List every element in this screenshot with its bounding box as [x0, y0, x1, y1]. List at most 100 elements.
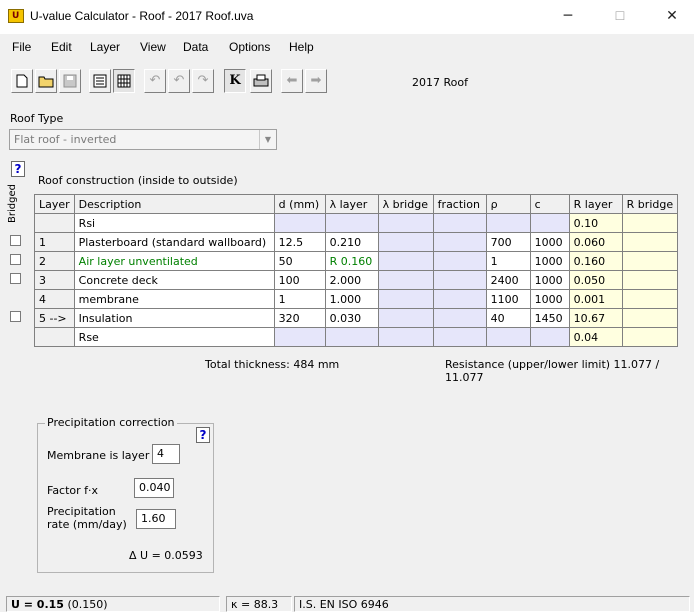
cell-r-bridge[interactable] — [621, 251, 679, 271]
cell-layer-number[interactable] — [34, 213, 75, 233]
cell-lambda-bridge[interactable] — [377, 270, 434, 290]
open-folder-icon[interactable] — [35, 69, 57, 93]
bridged-checkbox-layer-3[interactable] — [10, 273, 21, 284]
cell-description[interactable]: Rsi — [73, 213, 275, 233]
cell-lambda-bridge[interactable] — [377, 232, 434, 252]
cell-fraction[interactable] — [432, 308, 487, 328]
menu-edit[interactable]: Edit — [51, 40, 72, 54]
cell-layer-number[interactable] — [34, 327, 75, 347]
undo-icon[interactable]: ↶ — [144, 69, 166, 93]
col-header-thickness[interactable]: d (mm) — [273, 194, 326, 214]
cell-fraction[interactable] — [432, 232, 487, 252]
menu-layer[interactable]: Layer — [90, 40, 120, 54]
cell-r-layer[interactable]: 0.160 — [568, 251, 623, 271]
cell-lambda-layer[interactable]: 0.210 — [324, 232, 379, 252]
cell-lambda-bridge[interactable] — [377, 327, 434, 347]
cell-heat-capacity[interactable]: 1000 — [529, 232, 570, 252]
cell-description[interactable]: membrane — [73, 289, 275, 309]
roof-type-select[interactable]: Flat roof - inverted ▼ — [9, 129, 277, 150]
kappa-icon[interactable]: K — [224, 69, 246, 93]
cell-thickness[interactable]: 100 — [273, 270, 326, 290]
cell-r-layer[interactable]: 0.04 — [568, 327, 623, 347]
bridged-checkbox-layer-2[interactable] — [10, 254, 21, 265]
cell-density[interactable]: 700 — [485, 232, 531, 252]
cell-description[interactable]: Plasterboard (standard wallboard) — [73, 232, 275, 252]
cell-thickness[interactable] — [273, 213, 326, 233]
bridged-checkbox-layer-1[interactable] — [10, 235, 21, 246]
col-header-r-bridge[interactable]: R bridge — [621, 194, 679, 214]
cell-thickness[interactable] — [273, 327, 326, 347]
cell-thickness[interactable]: 50 — [273, 251, 326, 271]
maximize-icon[interactable]: ☐ — [600, 5, 640, 27]
cell-layer-number[interactable]: 1 — [34, 232, 75, 252]
minimize-icon[interactable]: ─ — [548, 5, 588, 27]
menu-data[interactable]: Data — [183, 40, 208, 54]
print-icon[interactable] — [250, 69, 272, 93]
cell-layer-number[interactable]: 4 — [34, 289, 75, 309]
view-icon[interactable] — [89, 69, 111, 93]
col-header-fraction[interactable]: fraction — [432, 194, 487, 214]
cell-heat-capacity[interactable]: 1000 — [529, 289, 570, 309]
cell-description[interactable]: Insulation — [73, 308, 275, 328]
cell-heat-capacity[interactable]: 1000 — [529, 270, 570, 290]
factor-input[interactable]: 0.040 — [134, 478, 174, 498]
cell-lambda-layer[interactable] — [324, 327, 379, 347]
cell-layer-number[interactable]: 2 — [34, 251, 75, 271]
cell-density[interactable]: 40 — [485, 308, 531, 328]
cell-thickness[interactable]: 1 — [273, 289, 326, 309]
cell-lambda-bridge[interactable] — [377, 289, 434, 309]
close-icon[interactable]: ✕ — [652, 5, 692, 27]
rate-input[interactable]: 1.60 — [136, 509, 176, 529]
cell-fraction[interactable] — [432, 213, 487, 233]
cell-r-bridge[interactable] — [621, 308, 679, 328]
menu-options[interactable]: Options — [229, 40, 270, 54]
save-icon[interactable] — [59, 69, 81, 93]
undo-all-icon[interactable]: ↷ — [192, 69, 214, 93]
cell-heat-capacity[interactable]: 1450 — [529, 308, 570, 328]
redo-icon[interactable]: ↶ — [168, 69, 190, 93]
cell-layer-number[interactable]: 5 --> — [34, 308, 75, 328]
cell-fraction[interactable] — [432, 327, 487, 347]
cell-r-bridge[interactable] — [621, 327, 679, 347]
cell-r-bridge[interactable] — [621, 270, 679, 290]
cell-density[interactable]: 1 — [485, 251, 531, 271]
cell-r-bridge[interactable] — [621, 289, 679, 309]
cell-description[interactable]: Concrete deck — [73, 270, 275, 290]
cell-thickness[interactable]: 320 — [273, 308, 326, 328]
menu-file[interactable]: File — [12, 40, 31, 54]
cell-r-layer[interactable]: 10.67 — [568, 308, 623, 328]
cell-heat-capacity[interactable]: 1000 — [529, 251, 570, 271]
col-header-density[interactable]: ρ — [485, 194, 531, 214]
cell-lambda-bridge[interactable] — [377, 251, 434, 271]
cell-r-layer[interactable]: 0.10 — [568, 213, 623, 233]
cell-lambda-layer[interactable]: 1.000 — [324, 289, 379, 309]
cell-lambda-layer[interactable]: 0.030 — [324, 308, 379, 328]
col-header-r-layer[interactable]: R layer — [568, 194, 623, 214]
cell-heat-capacity[interactable] — [529, 327, 570, 347]
cell-lambda-layer[interactable]: 2.000 — [324, 270, 379, 290]
cell-lambda-bridge[interactable] — [377, 213, 434, 233]
back-arrow-icon[interactable]: ⬅ — [281, 69, 303, 93]
cell-description[interactable]: Air layer unventilated — [73, 251, 275, 271]
membrane-layer-input[interactable]: 4 — [152, 444, 180, 464]
cell-lambda-layer[interactable] — [324, 213, 379, 233]
cell-fraction[interactable] — [432, 270, 487, 290]
new-file-icon[interactable] — [11, 69, 33, 93]
cell-r-bridge[interactable] — [621, 213, 679, 233]
cell-r-layer[interactable]: 0.060 — [568, 232, 623, 252]
cell-fraction[interactable] — [432, 289, 487, 309]
menu-view[interactable]: View — [140, 40, 166, 54]
help-icon[interactable]: ? — [11, 161, 25, 177]
precipitation-help-icon[interactable]: ? — [196, 427, 210, 443]
cell-fraction[interactable] — [432, 251, 487, 271]
cell-lambda-layer[interactable]: R 0.160 — [324, 251, 379, 271]
menu-help[interactable]: Help — [289, 40, 314, 54]
col-header-lambda-layer[interactable]: λ layer — [324, 194, 379, 214]
col-header-heat-capacity[interactable]: c — [529, 194, 570, 214]
forward-arrow-icon[interactable]: ➡ — [305, 69, 327, 93]
cell-r-bridge[interactable] — [621, 232, 679, 252]
col-header-layer[interactable]: Layer — [34, 194, 75, 214]
col-header-description[interactable]: Description — [73, 194, 275, 214]
cell-thickness[interactable]: 12.5 — [273, 232, 326, 252]
bridged-checkbox-layer-5[interactable] — [10, 311, 21, 322]
